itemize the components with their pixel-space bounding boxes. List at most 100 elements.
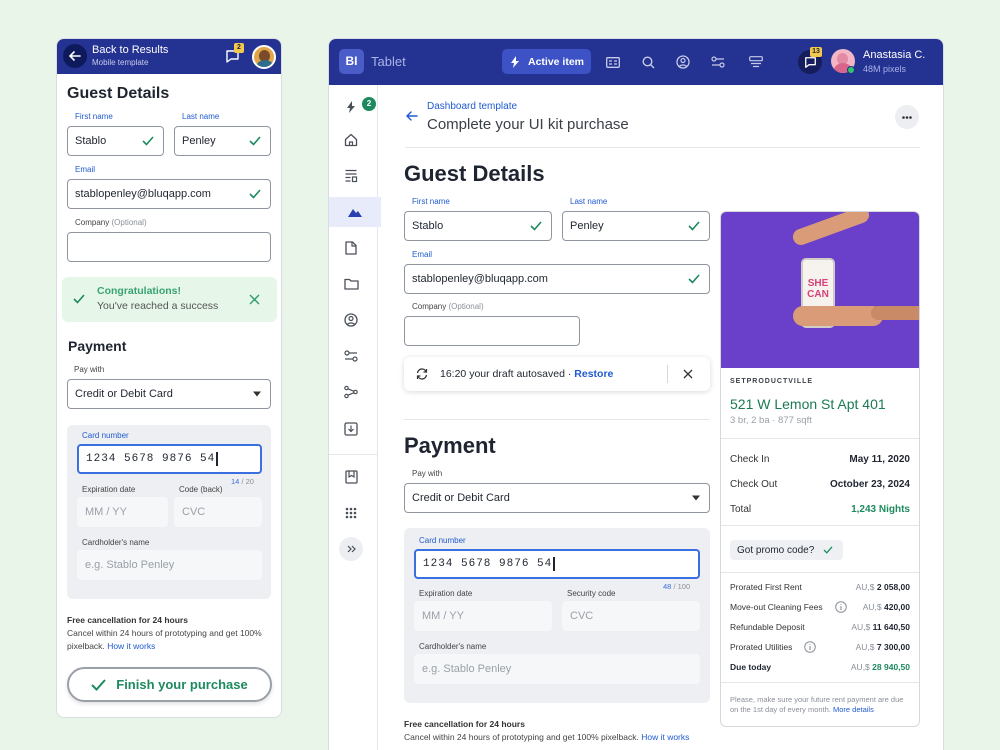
expiration-field[interactable]: MM / YY bbox=[77, 497, 168, 527]
search-icon bbox=[641, 55, 654, 68]
card-number-field[interactable]: 1234 5678 9876 54 bbox=[77, 444, 262, 474]
check-in-label: Check In bbox=[730, 454, 770, 465]
last-name-label: Last name bbox=[570, 197, 608, 206]
more-horizontal-icon bbox=[902, 115, 912, 119]
sidebar-item-profile[interactable] bbox=[341, 310, 361, 330]
cardholder-field[interactable]: e.g. Stablo Penley bbox=[77, 550, 262, 580]
chat-icon bbox=[804, 56, 816, 68]
pay-with-label: Pay with bbox=[74, 365, 105, 374]
company-field[interactable] bbox=[67, 232, 271, 262]
toast-divider bbox=[667, 365, 668, 383]
sidebar-item-folder[interactable] bbox=[341, 274, 361, 294]
sidebar-item-activity[interactable] bbox=[341, 97, 361, 117]
card-number-field[interactable]: 1234 5678 9876 54 bbox=[414, 549, 700, 579]
user-name[interactable]: Anastasia C. bbox=[863, 49, 925, 61]
finish-purchase-button[interactable]: Finish your purchase bbox=[67, 667, 272, 702]
property-card: SHE CAN SETPRODUCTVILLE 521 W Lemon St A… bbox=[720, 211, 920, 727]
share-icon bbox=[344, 385, 358, 399]
property-image: SHE CAN bbox=[721, 212, 919, 368]
arrow-left-icon bbox=[69, 51, 81, 61]
arrow-left-icon[interactable] bbox=[406, 111, 418, 121]
sidebar-item-bookmark[interactable] bbox=[341, 467, 361, 487]
sidebar-item-dashboard[interactable] bbox=[341, 166, 361, 186]
more-details-link[interactable]: More details bbox=[833, 705, 874, 714]
sidebar-item-document[interactable] bbox=[341, 238, 361, 258]
how-it-works-link[interactable]: How it works bbox=[107, 641, 155, 651]
fee-label: Prorated Utilities bbox=[730, 642, 793, 652]
sidebar-item-settings[interactable] bbox=[341, 346, 361, 366]
autosave-toast: 16:20 your draft autosaved · Restore bbox=[404, 357, 710, 391]
header-subtitle: Mobile template bbox=[92, 58, 149, 67]
cardholder-field[interactable]: e.g. Stablo Penley bbox=[414, 654, 700, 684]
cancellation-text: Cancel within 24 hours of prototyping an… bbox=[404, 732, 690, 742]
sidebar-expand-button[interactable] bbox=[339, 537, 363, 561]
check-icon bbox=[249, 189, 261, 199]
finish-purchase-label: Finish your purchase bbox=[116, 677, 248, 692]
close-icon[interactable] bbox=[249, 294, 260, 305]
info-icon[interactable] bbox=[804, 641, 816, 653]
sidebar-item-active[interactable] bbox=[329, 197, 381, 227]
property-address: 521 W Lemon St Apt 401 bbox=[730, 396, 886, 412]
check-icon bbox=[530, 221, 542, 231]
card-panel: Card number 1234 5678 9876 54 14 / 20 Ex… bbox=[67, 425, 271, 599]
email-field[interactable]: stablopenley@bluqapp.com bbox=[67, 179, 271, 209]
user-subtitle: 48M pixels bbox=[863, 64, 907, 74]
company-field[interactable] bbox=[404, 316, 580, 346]
last-name-field[interactable]: Penley bbox=[562, 211, 710, 241]
nav-search[interactable] bbox=[638, 52, 658, 72]
first-name-field[interactable]: Stablo bbox=[404, 211, 552, 241]
fee-value: AU,$ 11 640,50 bbox=[851, 622, 910, 632]
info-icon[interactable] bbox=[835, 601, 847, 613]
email-label: Email bbox=[412, 250, 433, 259]
autosave-text: 16:20 your draft autosaved · Restore bbox=[440, 368, 614, 380]
avatar[interactable] bbox=[252, 45, 276, 69]
nav-profile[interactable] bbox=[673, 52, 693, 72]
security-code-field[interactable]: CVC bbox=[562, 601, 700, 631]
sidebar-item-apps[interactable] bbox=[341, 503, 361, 523]
card-divider bbox=[721, 525, 919, 526]
pay-with-select[interactable]: Credit or Debit Card bbox=[67, 379, 271, 409]
dashboard-icon bbox=[345, 169, 358, 183]
nav-layers[interactable] bbox=[746, 52, 766, 72]
app-logo[interactable]: BI bbox=[339, 49, 364, 74]
sidebar-item-download[interactable] bbox=[341, 419, 361, 439]
promo-code-button[interactable]: Got promo code? bbox=[730, 540, 843, 560]
lightning-icon bbox=[347, 101, 355, 113]
guest-details-title: Guest Details bbox=[67, 85, 170, 102]
how-it-works-link[interactable]: How it works bbox=[641, 732, 689, 742]
sidebar: 2 bbox=[329, 85, 381, 750]
pay-with-select[interactable]: Credit or Debit Card bbox=[404, 483, 710, 513]
sidebar-item-home[interactable] bbox=[341, 130, 361, 150]
fee-value: AU,$ 2 058,00 bbox=[855, 582, 910, 592]
close-icon[interactable] bbox=[683, 369, 693, 379]
fee-label: Refundable Deposit bbox=[730, 622, 805, 632]
sidebar-item-share[interactable] bbox=[341, 382, 361, 402]
back-button[interactable] bbox=[63, 44, 87, 68]
active-item-button[interactable]: Active item bbox=[502, 49, 591, 74]
last-name-field[interactable]: Penley bbox=[174, 126, 271, 156]
user-circle-icon bbox=[344, 313, 358, 327]
header-divider bbox=[405, 147, 920, 148]
chevrons-right-icon bbox=[347, 545, 356, 553]
cvc-field[interactable]: CVC bbox=[174, 497, 262, 527]
text-caret bbox=[216, 452, 218, 466]
expiration-field[interactable]: MM / YY bbox=[414, 601, 552, 631]
mobile-header: Back to Results Mobile template 2 bbox=[57, 39, 281, 74]
check-icon bbox=[91, 678, 106, 691]
security-code-label: Security code bbox=[567, 589, 616, 598]
breadcrumb[interactable]: Dashboard template bbox=[427, 101, 517, 112]
nav-news[interactable] bbox=[603, 52, 623, 72]
back-label[interactable]: Back to Results bbox=[92, 44, 168, 56]
due-today-label: Due today bbox=[730, 662, 772, 672]
nav-settings[interactable] bbox=[708, 52, 728, 72]
newspaper-icon bbox=[606, 56, 620, 68]
first-name-field[interactable]: Stablo bbox=[67, 126, 164, 156]
success-alert: Congratulations! You've reached a succes… bbox=[62, 277, 277, 322]
check-in-value: May 11, 2020 bbox=[849, 454, 910, 465]
more-button[interactable] bbox=[895, 105, 919, 129]
email-field[interactable]: stablopenley@bluqapp.com bbox=[404, 264, 710, 294]
folder-icon bbox=[343, 278, 359, 290]
expiration-label: Expiration date bbox=[419, 589, 473, 598]
restore-link[interactable]: Restore bbox=[574, 368, 613, 380]
guest-details-title: Guest Details bbox=[404, 161, 545, 186]
